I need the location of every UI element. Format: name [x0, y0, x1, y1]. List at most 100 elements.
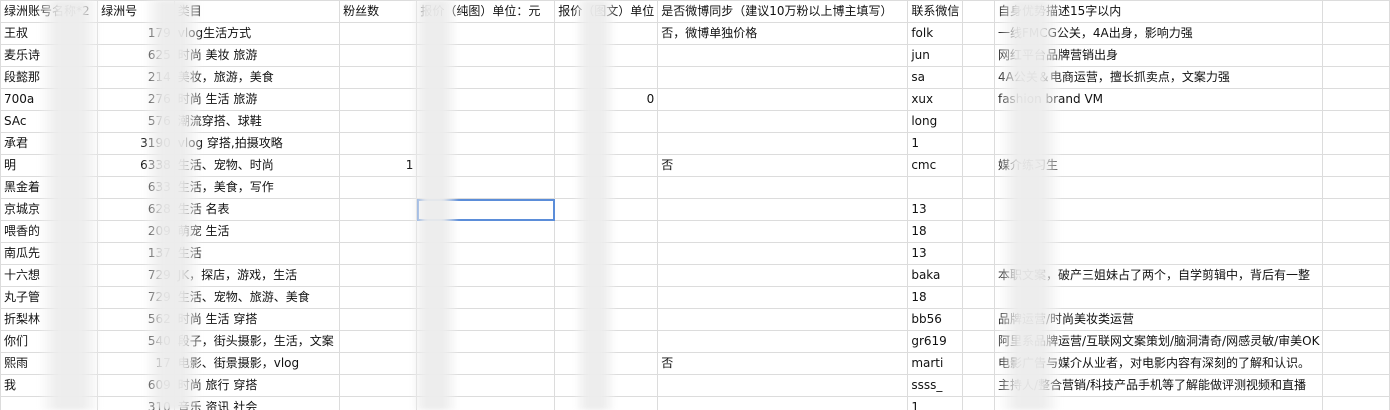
table-cell[interactable]	[339, 198, 418, 221]
table-cell[interactable]	[1322, 66, 1390, 89]
table-cell[interactable]	[1322, 88, 1390, 111]
table-cell[interactable]	[962, 220, 995, 243]
table-cell[interactable]	[1322, 308, 1390, 331]
table-cell[interactable]: 13	[907, 198, 964, 221]
table-cell[interactable]	[1322, 242, 1390, 265]
table-cell[interactable]	[962, 176, 995, 199]
table-cell[interactable]	[962, 154, 995, 177]
table-cell[interactable]	[339, 308, 418, 331]
table-cell[interactable]	[962, 330, 995, 353]
table-cell[interactable]	[1322, 396, 1390, 410]
table-cell[interactable]	[657, 198, 909, 221]
table-cell[interactable]	[339, 132, 418, 155]
table-cell[interactable]	[339, 22, 418, 45]
table-cell[interactable]: 1	[339, 154, 418, 177]
table-cell[interactable]	[1322, 176, 1390, 199]
table-row: 麦乐诗625时尚 美妆 旅游jun网红平台品牌营销出身	[0, 44, 1390, 67]
table-cell[interactable]	[339, 396, 418, 410]
table-cell[interactable]	[657, 88, 909, 111]
table-cell[interactable]: 否，微博单独价格	[657, 22, 909, 45]
table-cell[interactable]	[339, 330, 418, 353]
table-cell[interactable]: 否	[657, 154, 909, 177]
table-cell[interactable]	[962, 44, 995, 67]
table-cell[interactable]	[657, 308, 909, 331]
table-cell[interactable]	[1322, 110, 1390, 133]
table-cell[interactable]	[962, 110, 995, 133]
table-cell[interactable]: gr619	[907, 330, 964, 353]
table-cell[interactable]	[1322, 264, 1390, 287]
table-cell[interactable]: marti	[907, 352, 964, 375]
column-header[interactable]: 联系微信	[907, 0, 964, 23]
table-cell[interactable]	[962, 286, 995, 309]
table-cell[interactable]	[962, 374, 995, 397]
table-cell[interactable]	[657, 286, 909, 309]
table-cell[interactable]	[1322, 286, 1390, 309]
table-cell[interactable]	[1322, 22, 1390, 45]
table-cell[interactable]: 18	[907, 220, 964, 243]
table-cell[interactable]: long	[907, 110, 964, 133]
table-cell[interactable]	[339, 44, 418, 67]
table-cell[interactable]	[339, 88, 418, 111]
table-cell[interactable]	[657, 66, 909, 89]
table-cell[interactable]	[657, 132, 909, 155]
table-row: 你们540段子，街头摄影，生活，文案gr619阿里系品牌运营/互联网文案策划/脑…	[0, 330, 1390, 353]
column-header[interactable]	[962, 0, 995, 23]
table-cell[interactable]	[907, 176, 964, 199]
table-cell[interactable]	[339, 176, 418, 199]
table-cell[interactable]: sa	[907, 66, 964, 89]
column-header[interactable]: 粉丝数	[339, 0, 418, 23]
table-cell[interactable]	[657, 242, 909, 265]
table-cell[interactable]	[339, 374, 418, 397]
table-cell[interactable]	[339, 264, 418, 287]
table-cell[interactable]: xux	[907, 88, 964, 111]
table-cell[interactable]	[657, 176, 909, 199]
table-cell[interactable]: 1	[907, 132, 964, 155]
table-cell[interactable]	[657, 220, 909, 243]
table-cell[interactable]	[657, 374, 909, 397]
table-cell[interactable]: bb56	[907, 308, 964, 331]
table-cell[interactable]	[1322, 198, 1390, 221]
table-cell[interactable]	[657, 44, 909, 67]
table-cell[interactable]	[657, 330, 909, 353]
table-cell[interactable]	[962, 308, 995, 331]
table-cell[interactable]	[339, 352, 418, 375]
table-cell[interactable]: 13	[907, 242, 964, 265]
table-cell[interactable]	[962, 198, 995, 221]
table-cell[interactable]	[1322, 374, 1390, 397]
table-cell[interactable]	[657, 264, 909, 287]
table-cell[interactable]: ssss_	[907, 374, 964, 397]
table-cell[interactable]	[339, 220, 418, 243]
table-cell[interactable]	[962, 396, 995, 410]
table-row: 喂香的209萌宠 生活18	[0, 220, 1390, 243]
table-cell[interactable]	[339, 242, 418, 265]
privacy-blur	[1000, 0, 1060, 410]
table-row: 折梨林562时尚 生活 穿搭bb56品牌运营/时尚美妆类运营	[0, 308, 1390, 331]
table-cell[interactable]	[962, 88, 995, 111]
table-cell[interactable]	[962, 264, 995, 287]
table-cell[interactable]: cmc	[907, 154, 964, 177]
table-cell[interactable]	[1322, 154, 1390, 177]
column-header[interactable]	[1322, 0, 1390, 23]
table-cell[interactable]	[339, 66, 418, 89]
table-cell[interactable]	[962, 352, 995, 375]
table-cell[interactable]: folk	[907, 22, 964, 45]
column-header[interactable]: 是否微博同步（建议10万粉以上博主填写）	[657, 0, 909, 23]
table-cell[interactable]	[1322, 220, 1390, 243]
table-cell[interactable]	[1322, 132, 1390, 155]
table-cell[interactable]: jun	[907, 44, 964, 67]
table-cell[interactable]	[962, 22, 995, 45]
table-cell[interactable]: 1	[907, 396, 964, 410]
table-cell[interactable]	[1322, 330, 1390, 353]
table-cell[interactable]: baka	[907, 264, 964, 287]
table-cell[interactable]	[339, 110, 418, 133]
table-cell[interactable]	[962, 132, 995, 155]
table-cell[interactable]	[962, 242, 995, 265]
table-cell[interactable]: 否	[657, 352, 909, 375]
table-cell[interactable]	[1322, 352, 1390, 375]
table-cell[interactable]	[962, 66, 995, 89]
table-cell[interactable]	[1322, 44, 1390, 67]
table-cell[interactable]	[339, 286, 418, 309]
table-cell[interactable]	[657, 110, 909, 133]
table-cell[interactable]	[657, 396, 909, 410]
table-cell[interactable]: 18	[907, 286, 964, 309]
